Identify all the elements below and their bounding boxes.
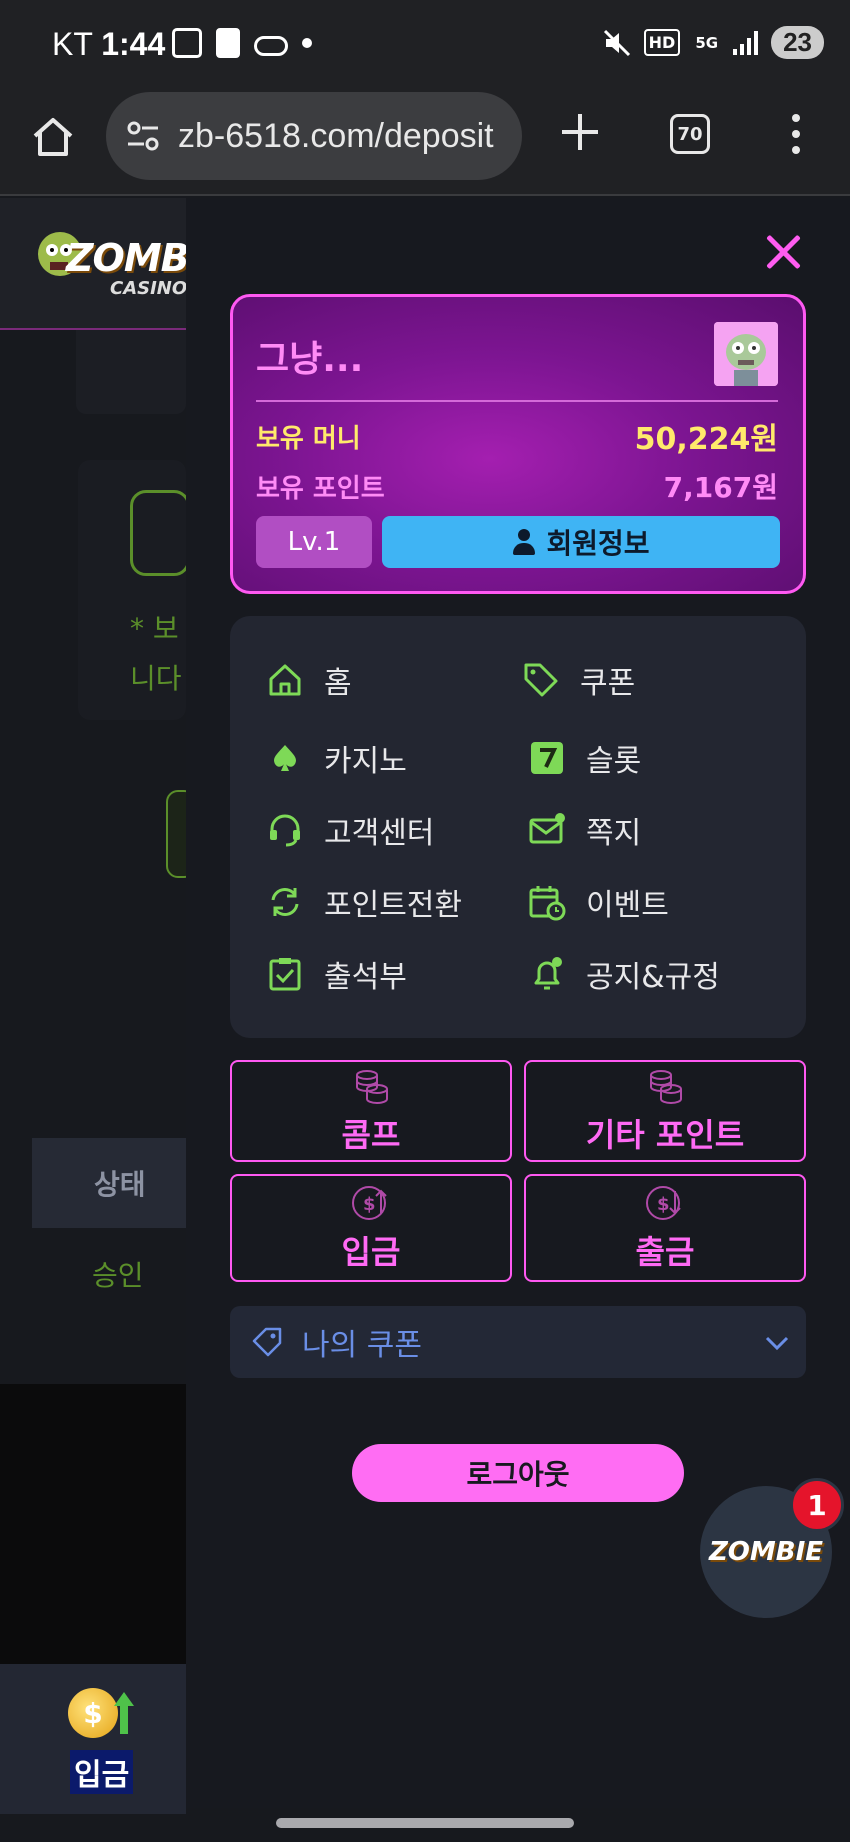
level-badge: Lv.1 <box>256 516 372 568</box>
refresh-icon <box>271 888 299 916</box>
other-points-button[interactable]: 기타 포인트 <box>524 1060 806 1162</box>
bg-card <box>76 330 186 414</box>
screenshot-icon <box>172 28 202 58</box>
status-system-icons: HD 5G 23 <box>602 26 824 59</box>
svg-text:$: $ <box>657 1194 670 1215</box>
battery-icon: 23 <box>771 26 824 59</box>
bottom-nav-deposit[interactable]: 입금 <box>70 1750 134 1794</box>
menu-item-message[interactable]: 쪽지 <box>528 808 641 852</box>
menu-item-point-convert[interactable]: 포인트전환 <box>266 880 462 924</box>
clipboard-check-icon <box>269 958 301 991</box>
menu-item-slot[interactable]: 슬롯 <box>528 736 641 780</box>
menu-item-casino[interactable]: 카지노 <box>266 736 407 780</box>
my-coupon-dropdown[interactable]: 나의 쿠폰 <box>230 1306 806 1378</box>
menu-item-event[interactable]: 이벤트 <box>528 880 669 924</box>
tab-switcher-button[interactable]: 70 <box>670 114 710 154</box>
member-info-label: 회원정보 <box>546 527 650 560</box>
person-icon <box>512 529 536 555</box>
tile-label: 출금 <box>635 1233 695 1271</box>
dollar-up-icon: $ <box>352 1186 387 1220</box>
bell-icon <box>534 957 562 990</box>
mail-icon <box>529 813 565 844</box>
new-tab-button[interactable] <box>560 112 600 152</box>
deposit-button[interactable]: $ 입금 <box>230 1174 512 1282</box>
menu-label: 출석부 <box>324 960 407 995</box>
calendar-clock-icon <box>529 886 566 921</box>
menu-item-home[interactable]: 홈 <box>266 658 352 702</box>
tag-icon <box>252 1327 282 1357</box>
table-header-status: 상태 <box>32 1138 192 1228</box>
chevron-down-icon[interactable] <box>764 1330 790 1356</box>
menu-item-support[interactable]: 고객센터 <box>266 808 434 852</box>
close-icon[interactable] <box>763 232 803 272</box>
more-menu-icon[interactable] <box>790 114 802 154</box>
svg-text:$: $ <box>363 1194 376 1215</box>
menu-label: 고객센터 <box>324 816 435 851</box>
points-value: 7,167원 <box>663 471 778 504</box>
menu-label: 쿠폰 <box>580 666 636 701</box>
menu-label: 카지노 <box>324 744 407 779</box>
avatar <box>714 322 778 386</box>
tile-label: 콤프 <box>341 1116 401 1154</box>
zombie-avatar-icon <box>714 322 778 386</box>
bg-amount-input[interactable] <box>130 490 190 576</box>
dollar-down-icon: $ <box>646 1186 681 1220</box>
money-value: 50,224원 <box>634 422 778 457</box>
coins-icon <box>356 1070 388 1104</box>
status-time: KT 1:44 <box>52 26 166 62</box>
screen: KT 1:44 HD 5G 23 zb-6518.com/deposit 70 <box>0 0 850 1842</box>
logout-button[interactable]: 로그아웃 <box>352 1444 684 1502</box>
more-dot-icon <box>302 38 312 48</box>
home-icon <box>269 664 301 696</box>
gesture-bar[interactable] <box>276 1818 574 1828</box>
headset-icon <box>270 814 300 847</box>
my-coupon-label: 나의 쿠폰 <box>302 1328 422 1363</box>
tile-label: 입금 <box>341 1233 401 1271</box>
profile-divider <box>256 400 778 402</box>
bg-note-text: * 보 니다 <box>130 612 182 695</box>
site-settings-icon[interactable] <box>126 120 160 152</box>
withdraw-button[interactable]: $ 출금 <box>524 1174 806 1282</box>
tile-label: 기타 포인트 <box>585 1116 745 1154</box>
menu-item-notice[interactable]: 공지&규정 <box>528 952 720 996</box>
menu-label: 공지&규정 <box>586 960 720 995</box>
mute-icon <box>603 29 630 56</box>
profile-name: 그냥... <box>256 339 364 380</box>
home-icon[interactable] <box>30 114 76 160</box>
coins-icon <box>650 1070 682 1104</box>
status-bar: KT 1:44 HD 5G 23 <box>0 0 850 92</box>
url-bar[interactable]: zb-6518.com/deposit <box>106 92 522 180</box>
menu-label: 쪽지 <box>586 816 642 851</box>
tag-icon <box>524 663 558 697</box>
menu-item-attendance[interactable]: 출석부 <box>266 952 407 996</box>
b-app-icon <box>216 28 240 58</box>
url-text: zb-6518.com/deposit <box>178 116 494 155</box>
notification-badge: 1 <box>790 1478 844 1532</box>
5g-icon: 5G <box>695 33 719 52</box>
menu-label: 슬롯 <box>586 744 642 779</box>
seven-icon <box>531 742 563 774</box>
spade-icon <box>274 745 296 771</box>
menu-label: 이벤트 <box>586 888 669 923</box>
browser-toolbar: zb-6518.com/deposit 70 <box>0 92 850 196</box>
member-info-button[interactable]: 회원정보 <box>382 516 780 568</box>
money-label: 보유 머니 <box>256 424 361 454</box>
fab-logo-text: ZOMBIE <box>708 1537 824 1567</box>
status-notification-icons <box>172 28 312 58</box>
menu-label: 홈 <box>324 666 352 701</box>
points-label: 보유 포인트 <box>256 474 385 504</box>
menu-item-coupon[interactable]: 쿠폰 <box>522 658 635 702</box>
arrow-up-icon <box>114 1692 134 1734</box>
menu-label: 포인트전환 <box>324 888 462 923</box>
hd-icon: HD <box>643 29 681 56</box>
comp-button[interactable]: 콤프 <box>230 1060 512 1162</box>
voicemail-icon <box>254 35 288 56</box>
signal-icon <box>733 30 759 55</box>
bg-empty-area <box>0 1384 186 1664</box>
coin-icon[interactable]: $ <box>68 1688 118 1738</box>
logo-subtext: CASINO <box>110 278 188 299</box>
table-cell-status: 승인 <box>92 1259 144 1292</box>
